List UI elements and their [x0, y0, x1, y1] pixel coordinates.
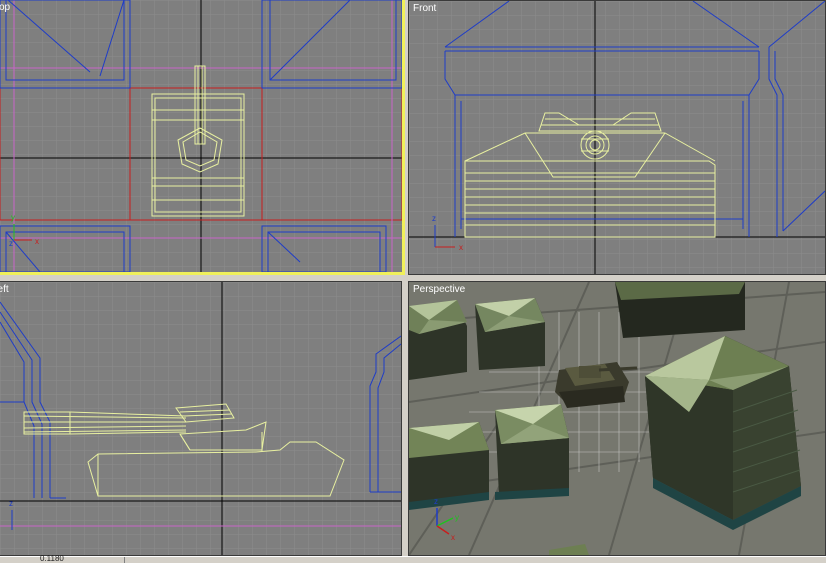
axis-y-label: y: [455, 513, 459, 522]
axis-z-label: z: [434, 497, 438, 506]
axis-z-label: z: [432, 214, 436, 223]
front-view-canvas: z x: [409, 1, 825, 274]
viewport-label-front[interactable]: Front: [413, 3, 436, 14]
viewport-label-top[interactable]: Top: [0, 2, 10, 13]
viewport-label-left[interactable]: Left: [0, 284, 9, 295]
perspective-view-canvas: z y x: [409, 282, 825, 555]
viewport-perspective[interactable]: z y x Perspective: [408, 281, 826, 556]
viewport-label-perspective[interactable]: Perspective: [413, 284, 465, 295]
viewport-top[interactable]: y x z Top: [0, 0, 405, 275]
axis-x-label: x: [35, 237, 39, 246]
axis-x-label: x: [451, 533, 455, 542]
status-separator: [124, 557, 125, 563]
axis-x-label: x: [459, 243, 463, 252]
axis-z-label: z: [9, 499, 13, 508]
axis-z-label: z: [9, 239, 13, 248]
viewport-front[interactable]: z x Front: [408, 0, 826, 275]
viewport-left[interactable]: z Left: [0, 281, 402, 556]
left-view-canvas: z: [0, 282, 401, 555]
axis-y-label: y: [11, 213, 15, 222]
top-view-canvas: y x z: [0, 0, 402, 272]
